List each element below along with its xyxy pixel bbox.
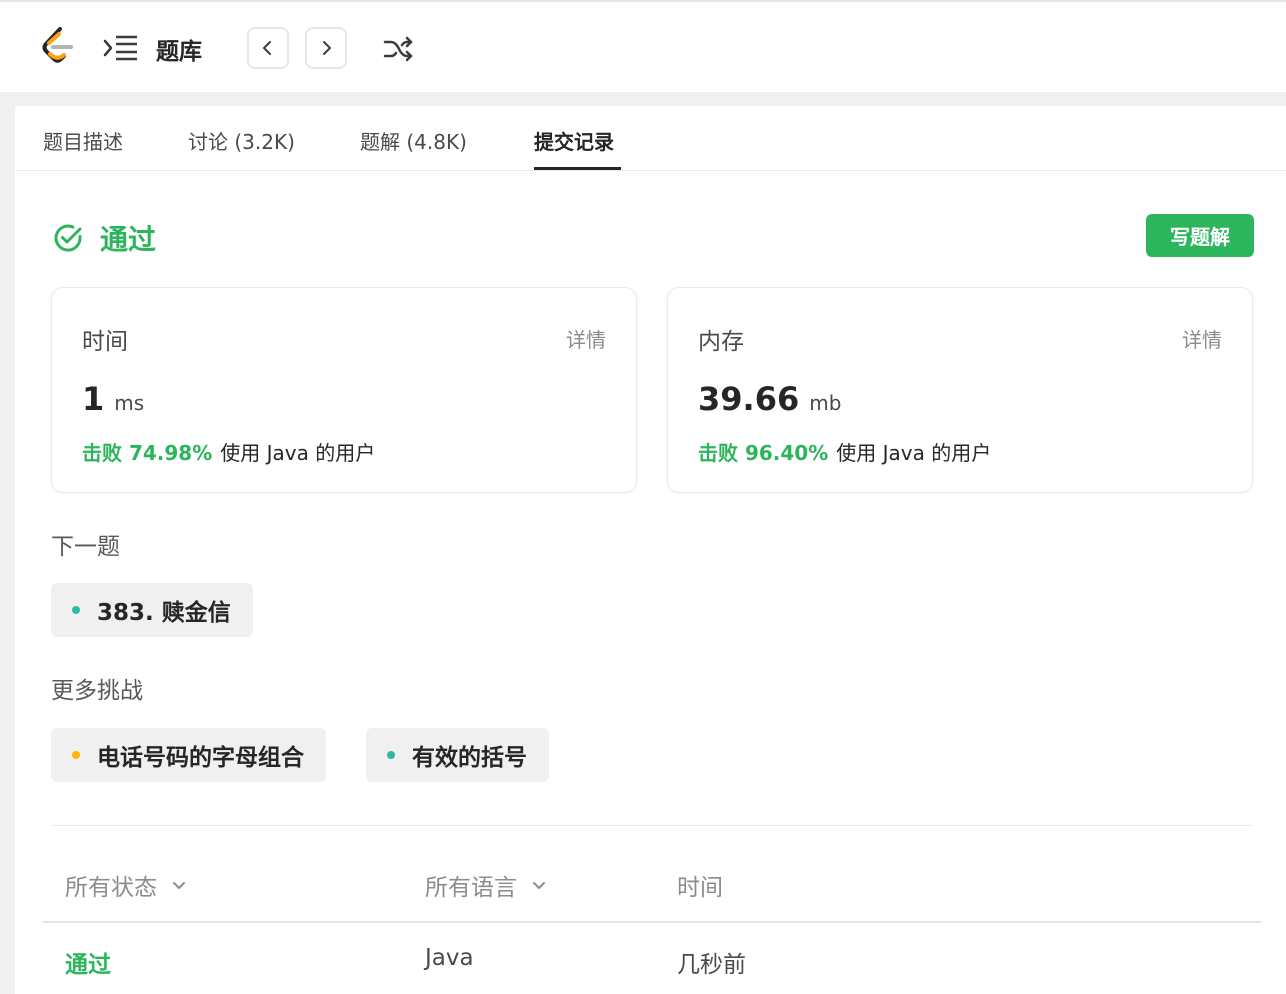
tab-discussion[interactable]: 讨论 (3.2K) <box>188 126 295 155</box>
write-solution-button[interactable]: 写题解 <box>1146 214 1254 257</box>
language-filter-label: 所有语言 <box>425 875 517 901</box>
challenge-title: 有效的括号 <box>412 745 527 771</box>
check-circle-icon <box>54 224 82 252</box>
memory-unit: mb <box>809 391 842 415</box>
challenge-chip[interactable]: 有效的括号 <box>366 728 549 782</box>
memory-detail-link[interactable]: 详情 <box>1182 324 1222 353</box>
top-navbar: 题库 <box>0 0 1286 92</box>
runtime-beat: 击败 74.98% 使用 Java 的用户 <box>82 437 375 466</box>
memory-title: 内存 <box>698 329 744 355</box>
chevron-right-icon <box>323 41 331 55</box>
memory-beat-percent: 击败 96.40% <box>698 441 829 465</box>
prev-problem-button[interactable] <box>247 27 289 69</box>
runtime-beat-suffix: 使用 Java 的用户 <box>220 441 376 465</box>
time-column-header: 时间 <box>677 868 723 902</box>
shuffle-icon[interactable] <box>383 35 413 63</box>
status-text: 通过 <box>100 223 157 256</box>
memory-card: 内存 详情 39.66 mb 击败 96.40% 使用 Java 的用户 <box>667 287 1253 493</box>
memory-beat: 击败 96.40% 使用 Java 的用户 <box>698 437 991 466</box>
runtime-value: 1 ms <box>82 380 144 418</box>
challenge-title: 电话号码的字母组合 <box>97 745 304 771</box>
memory-number: 39.66 <box>698 380 800 418</box>
runtime-detail-link[interactable]: 详情 <box>566 324 606 353</box>
next-problem-label: 下一题 <box>51 534 120 560</box>
difficulty-dot-easy <box>387 751 395 759</box>
difficulty-dot-medium <box>72 751 80 759</box>
status-filter-dropdown[interactable]: 所有状态 <box>65 868 187 902</box>
runtime-beat-percent: 击败 74.98% <box>82 441 213 465</box>
table-row[interactable]: 通过 Java 几秒前 <box>43 925 1261 994</box>
tab-bar: 题目描述 讨论 (3.2K) 题解 (4.8K) 提交记录 <box>15 106 1286 171</box>
submission-status[interactable]: 通过 <box>65 945 111 979</box>
submissions-table-header: 所有状态 所有语言 时间 <box>43 851 1261 923</box>
chevron-down-icon <box>173 882 185 889</box>
memory-value: 39.66 mb <box>698 380 841 418</box>
runtime-title: 时间 <box>82 329 128 355</box>
time-column-label: 时间 <box>677 875 723 901</box>
tab-description[interactable]: 题目描述 <box>43 126 123 155</box>
tab-solutions[interactable]: 题解 (4.8K) <box>360 126 467 155</box>
submission-panel: 题目描述 讨论 (3.2K) 题解 (4.8K) 提交记录 通过 写题解 时间 … <box>15 106 1286 994</box>
chevron-down-icon <box>533 882 545 889</box>
chevron-left-icon <box>263 41 271 55</box>
problem-bank-link[interactable]: 题库 <box>156 32 202 66</box>
next-problem-title: 383. 赎金信 <box>97 600 231 626</box>
next-problem-chip[interactable]: 383. 赎金信 <box>51 583 253 637</box>
tab-submissions[interactable]: 提交记录 <box>534 126 614 155</box>
runtime-card: 时间 详情 1 ms 击败 74.98% 使用 Java 的用户 <box>51 287 637 493</box>
memory-beat-suffix: 使用 Java 的用户 <box>836 441 992 465</box>
runtime-number: 1 <box>82 380 105 418</box>
result-status: 通过 <box>52 220 156 256</box>
more-challenges-label: 更多挑战 <box>51 678 143 704</box>
submission-time: 几秒前 <box>677 952 746 978</box>
status-filter-label: 所有状态 <box>65 875 157 901</box>
runtime-unit: ms <box>114 391 145 415</box>
leetcode-logo-icon[interactable] <box>40 26 76 66</box>
next-problem-button[interactable] <box>305 27 347 69</box>
active-tab-indicator <box>534 167 621 170</box>
submission-language: Java <box>425 945 474 971</box>
language-filter-dropdown[interactable]: 所有语言 <box>425 868 547 902</box>
difficulty-dot-easy <box>72 606 80 614</box>
challenge-chip[interactable]: 电话号码的字母组合 <box>51 728 326 782</box>
section-divider <box>50 825 1254 826</box>
list-indent-icon[interactable] <box>103 34 139 62</box>
